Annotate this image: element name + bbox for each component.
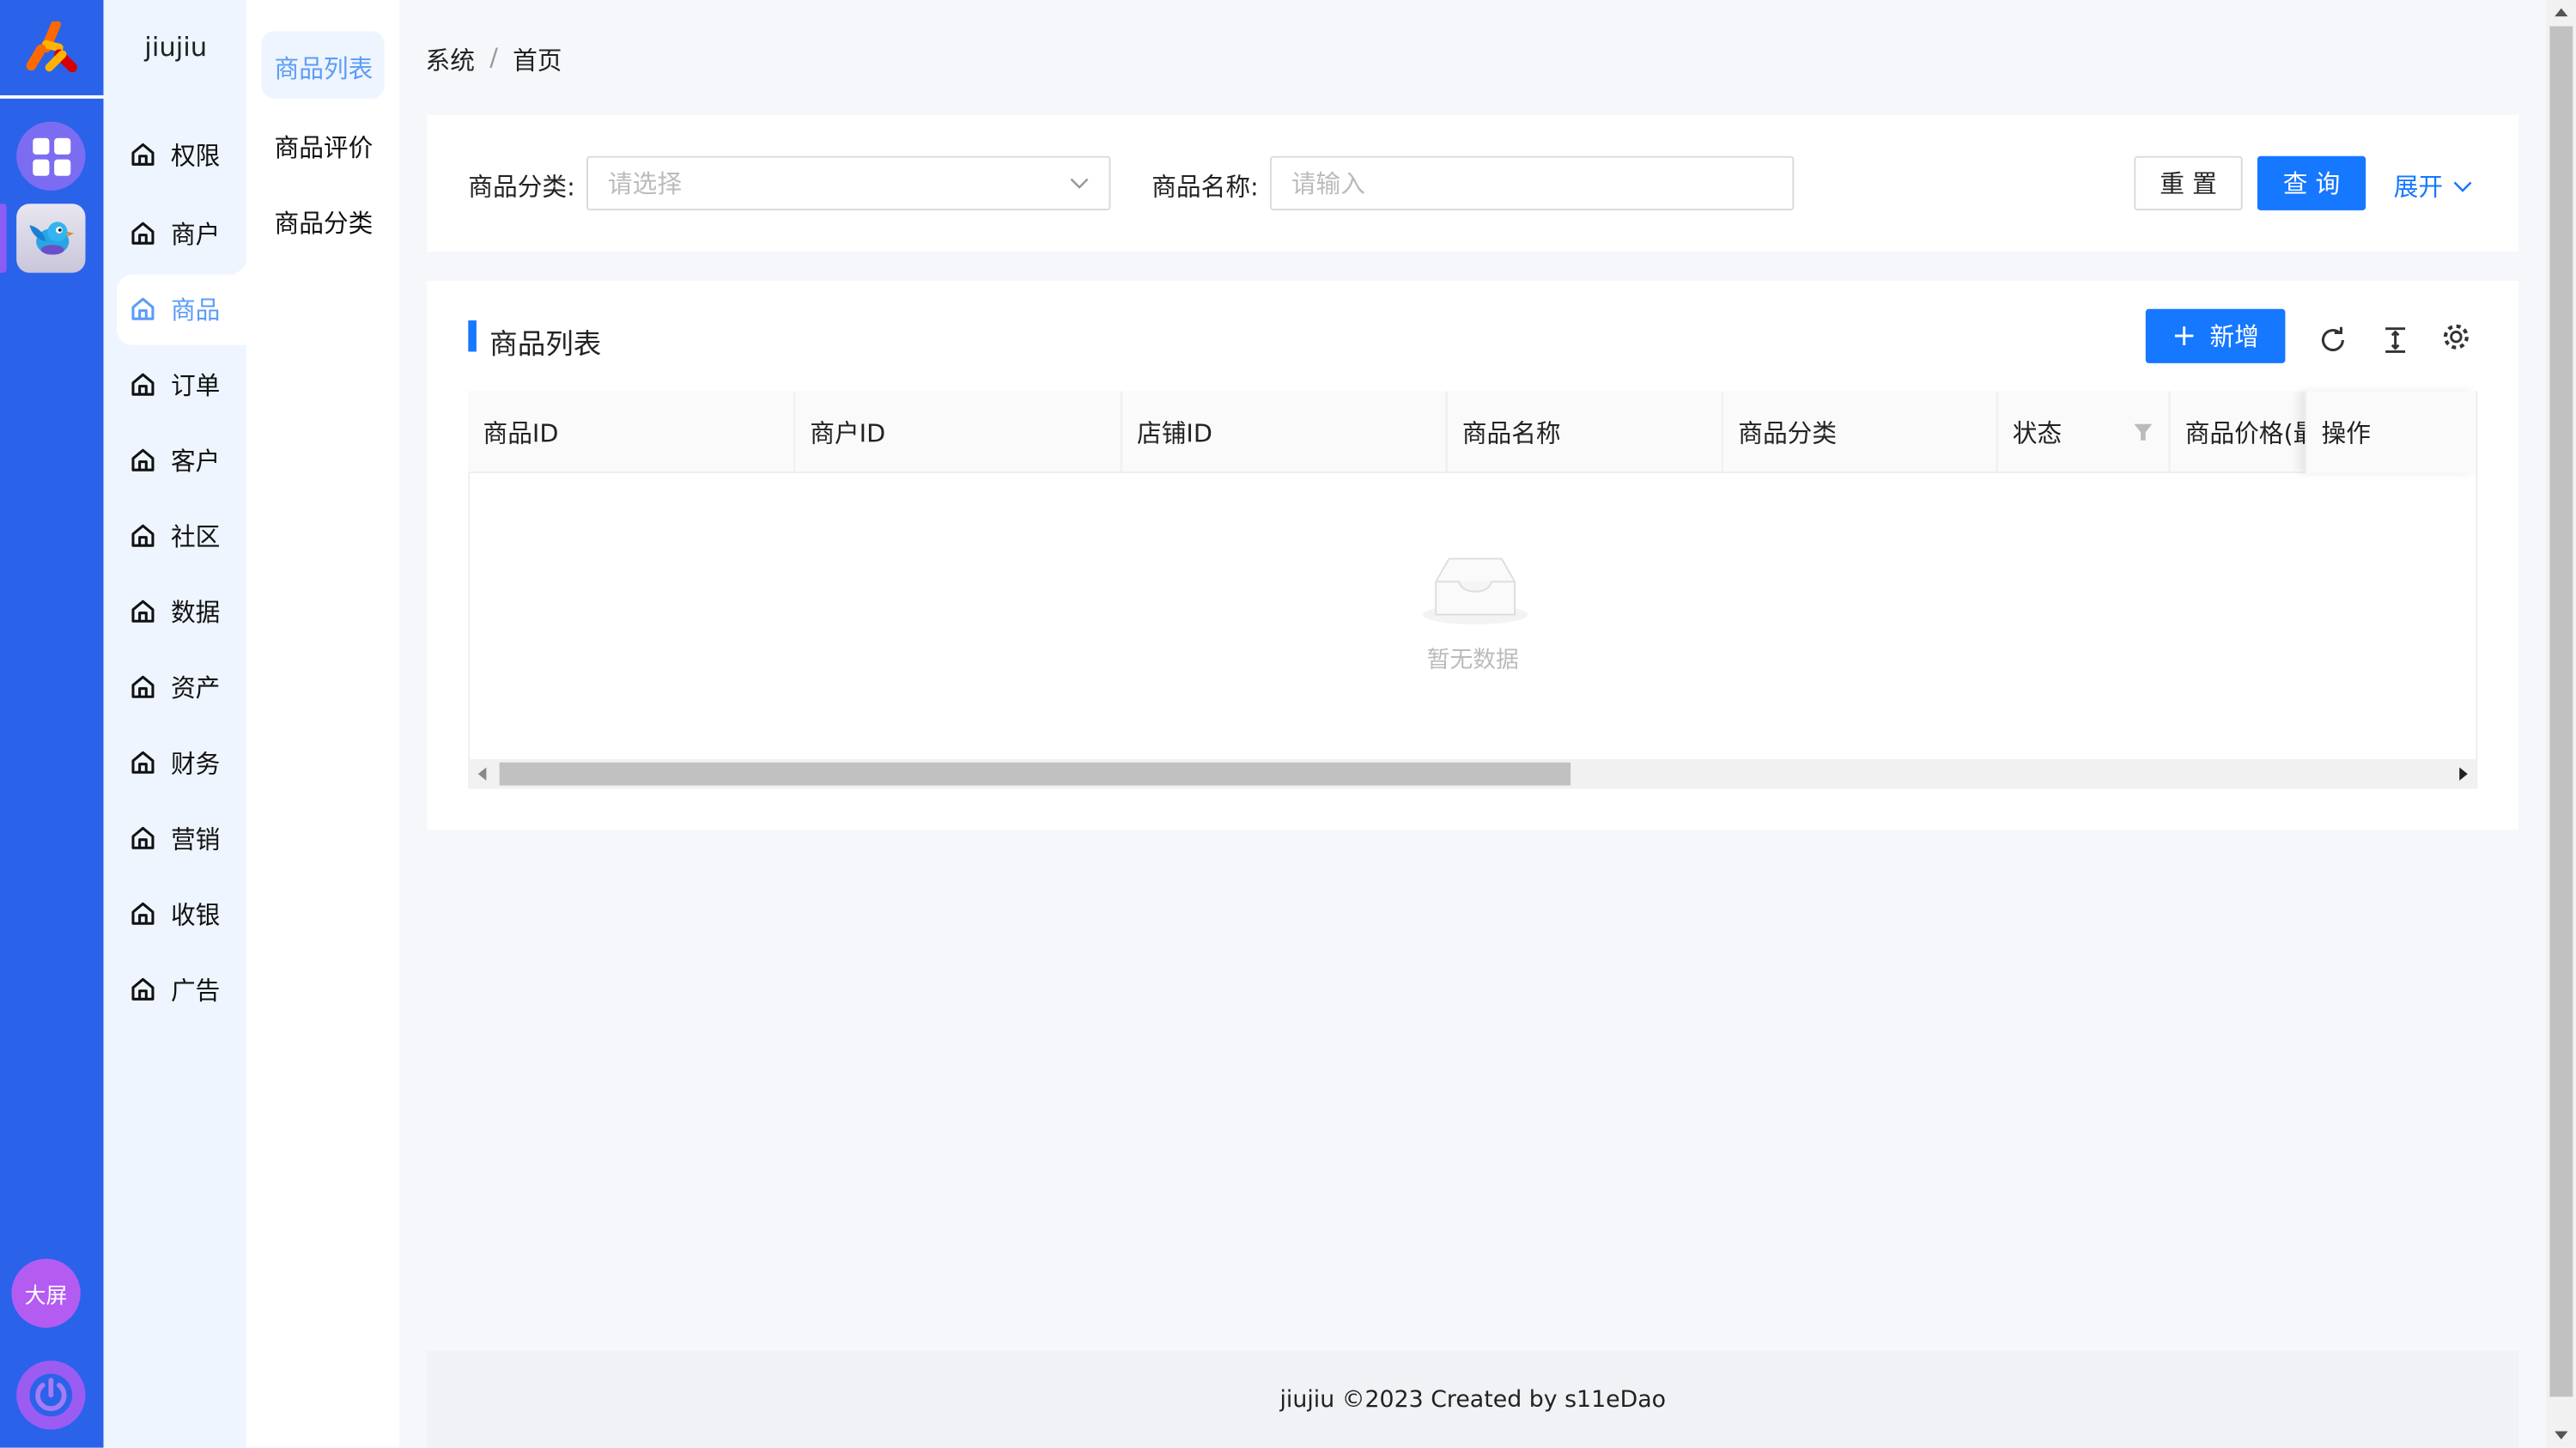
active-indicator	[0, 204, 7, 273]
home-icon	[131, 902, 155, 925]
table-title: 商品列表	[489, 328, 602, 362]
table-header: 商品ID 商户ID 店铺ID 商品名称 商品分类 状态 商品价格(最 操作	[468, 391, 2478, 474]
home-icon	[131, 297, 155, 320]
nav-item-label: 广告	[170, 975, 221, 1005]
scroll-left-arrow[interactable]	[477, 767, 487, 781]
nav-item[interactable]: 营销	[130, 818, 245, 858]
column-header-status[interactable]: 状态	[1998, 391, 2171, 474]
plus-icon: +	[2172, 319, 2197, 354]
reset-button[interactable]: 重 置	[2134, 155, 2243, 210]
big-screen-button[interactable]: 大屏	[11, 1258, 81, 1328]
scroll-up-arrow[interactable]	[2555, 8, 2568, 17]
settings-gear-icon[interactable]	[2441, 322, 2470, 351]
power-button[interactable]	[16, 1360, 86, 1430]
nav-item[interactable]: 商户	[130, 214, 245, 253]
logo-icon	[26, 21, 77, 73]
nav-item-label: 资产	[170, 672, 221, 703]
home-icon	[131, 675, 155, 698]
density-icon[interactable]	[2382, 325, 2409, 355]
category-placeholder: 请选择	[607, 169, 683, 199]
nav-item-label: 收银	[170, 899, 221, 929]
expand-toggle[interactable]: 展开	[2394, 169, 2473, 204]
column-header[interactable]: 商品分类	[1723, 391, 1998, 474]
breadcrumb-item[interactable]: 系统	[426, 43, 475, 77]
nav-item-label: 财务	[170, 748, 221, 778]
nav-item-label: 商品	[170, 295, 221, 325]
column-label: 状态	[2012, 417, 2063, 448]
search-card: 商品分类: 请选择 商品名称: 请输入 重 置 查 询 展开	[427, 114, 2519, 252]
scroll-down-arrow[interactable]	[2555, 1431, 2568, 1440]
empty-text: 暂无数据	[1426, 647, 1519, 674]
nav-item-label: 营销	[170, 824, 221, 854]
nav-item[interactable]: 商品	[130, 289, 245, 329]
power-icon	[29, 1373, 73, 1417]
column-header-actions[interactable]: 操作	[2305, 391, 2478, 474]
refresh-icon[interactable]	[2318, 325, 2348, 355]
nav-item-label: 权限	[170, 140, 221, 171]
home-icon	[131, 448, 155, 472]
column-header[interactable]: 店铺ID	[1122, 391, 1448, 474]
home-icon	[131, 599, 155, 623]
home-icon	[131, 826, 155, 849]
nav-item[interactable]: 广告	[130, 970, 245, 1009]
nav-item[interactable]: 资产	[130, 667, 245, 707]
category-label: 商品分类:	[468, 172, 575, 203]
divider	[0, 94, 104, 99]
app-rail: 大屏	[0, 0, 104, 1448]
nav-item[interactable]: 客户	[130, 441, 245, 480]
home-icon	[131, 373, 155, 396]
app-name-label: jiujiu	[144, 31, 208, 63]
breadcrumb: 系统 / 首页	[426, 43, 562, 77]
submenu-item-product-categories[interactable]: 商品分类	[275, 205, 374, 240]
bird-app-icon[interactable]	[16, 204, 86, 273]
add-button[interactable]: + 新增	[2145, 308, 2286, 363]
nav-item-label: 客户	[170, 446, 221, 476]
submenu-item-product-reviews[interactable]: 商品评价	[275, 130, 374, 164]
home-icon	[131, 524, 155, 547]
category-select[interactable]: 请选择	[586, 155, 1111, 210]
nav-item-label: 订单	[170, 370, 221, 400]
home-icon	[131, 143, 155, 166]
breadcrumb-item: 首页	[513, 46, 562, 76]
title-accent	[468, 320, 477, 352]
apps-grid-icon[interactable]	[16, 121, 86, 191]
chevron-down-icon	[1070, 177, 1089, 188]
nav-item[interactable]: 数据	[130, 592, 245, 631]
empty-inbox-icon	[1422, 557, 1528, 625]
scroll-right-arrow[interactable]	[2459, 767, 2468, 781]
nav-item[interactable]: 社区	[130, 516, 245, 556]
name-label: 商品名称:	[1151, 172, 1259, 203]
nav-item[interactable]: 财务	[130, 743, 245, 782]
column-header[interactable]: 商户ID	[795, 391, 1122, 474]
nav-item-label: 社区	[170, 521, 221, 551]
horizontal-scrollbar[interactable]	[470, 758, 2476, 789]
nav-item[interactable]: 权限	[130, 135, 245, 174]
column-header[interactable]: 商品价格(最	[2170, 391, 2306, 473]
column-header[interactable]: 商品名称	[1448, 391, 1724, 474]
home-icon	[131, 751, 155, 774]
nav-item[interactable]: 收银	[130, 894, 245, 934]
filter-icon[interactable]	[2134, 423, 2153, 442]
name-input[interactable]: 请输入	[1269, 155, 1795, 210]
breadcrumb-separator: /	[489, 42, 498, 73]
nav-item[interactable]: 订单	[130, 365, 245, 405]
add-label: 新增	[2209, 322, 2259, 352]
page-scrollbar[interactable]	[2546, 0, 2576, 1448]
column-header[interactable]: 商品ID	[468, 391, 796, 474]
home-icon	[131, 977, 155, 1001]
page-scrollbar-thumb[interactable]	[2549, 26, 2573, 1397]
name-placeholder: 请输入	[1291, 169, 1365, 199]
scrollbar-thumb[interactable]	[499, 762, 1571, 786]
query-button[interactable]: 查 询	[2257, 155, 2366, 210]
expand-label: 展开	[2393, 172, 2444, 203]
chevron-down-icon	[2453, 180, 2472, 192]
footer: jiujiu ©2023 Created by s11eDao	[427, 1350, 2519, 1448]
home-icon	[131, 222, 155, 245]
nav-item-label: 数据	[170, 597, 221, 627]
nav-item-label: 商户	[170, 219, 221, 249]
submenu-item-product-list[interactable]: 商品列表	[275, 51, 374, 85]
